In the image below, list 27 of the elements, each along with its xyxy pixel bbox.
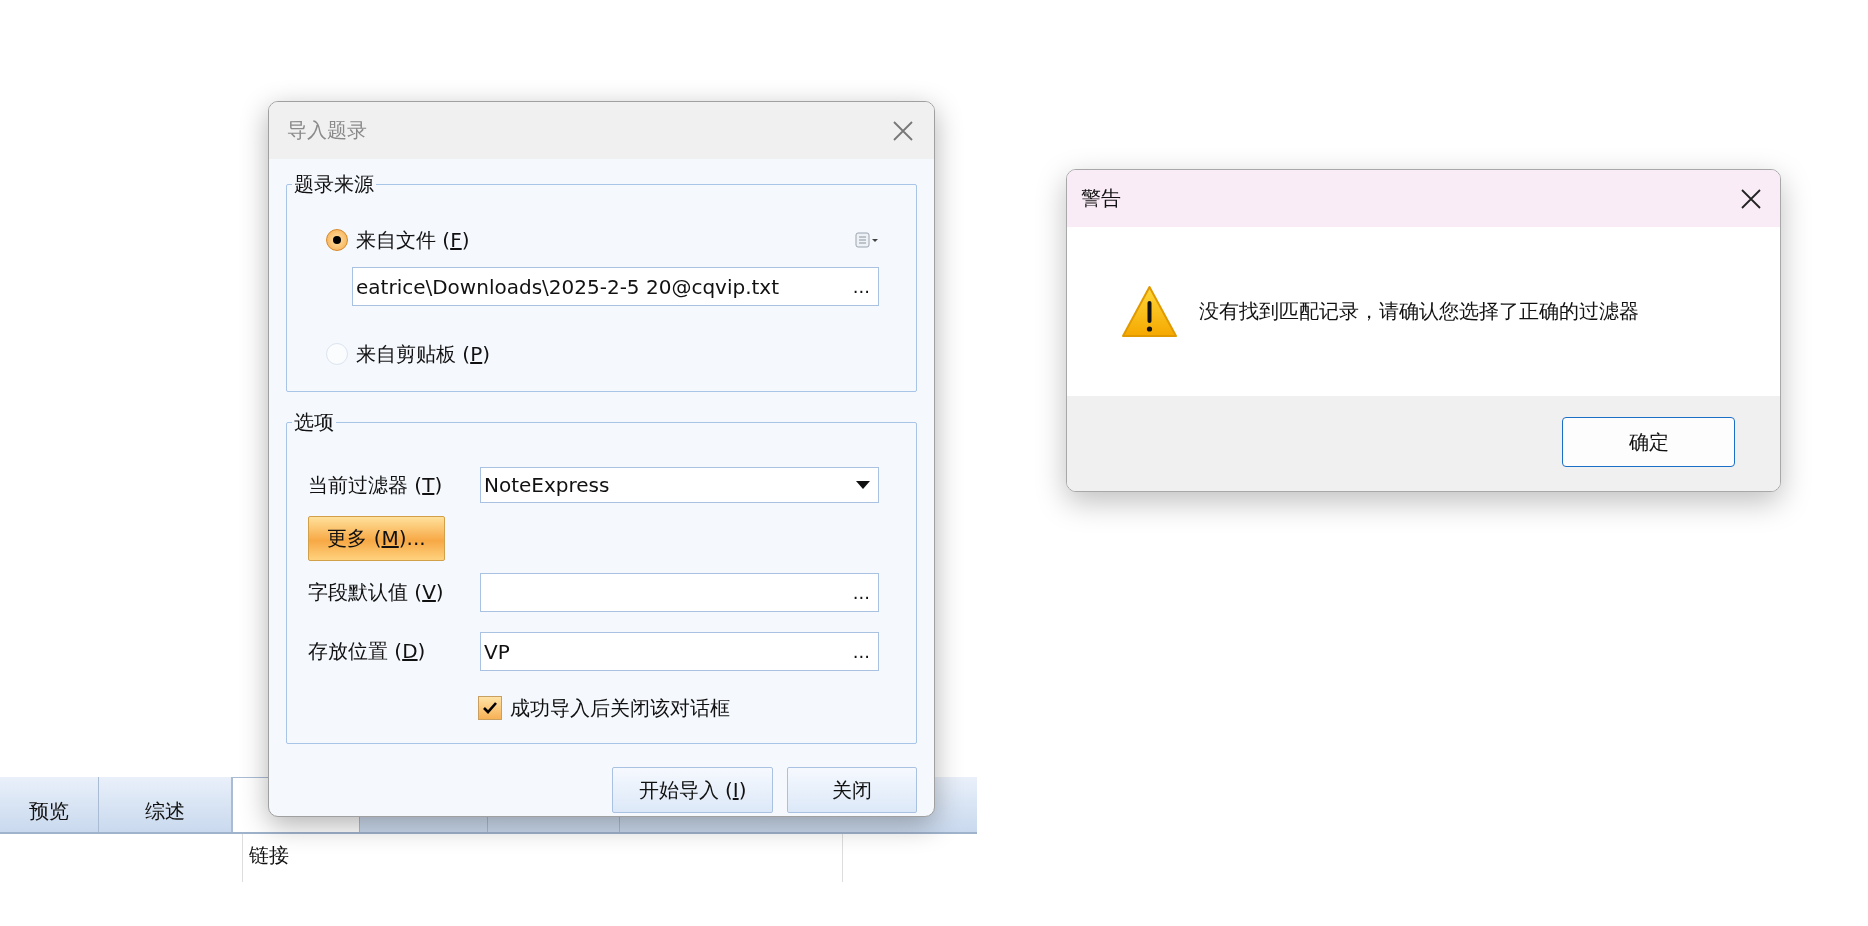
filter-dropdown[interactable]: NoteExpress [480, 467, 879, 503]
tab[interactable]: 预览 [0, 777, 99, 832]
checkbox-option[interactable]: 成功导入后关闭该对话框 [478, 694, 730, 722]
warning-message: 没有找到匹配记录，请确认您选择了正确的过滤器 [1199, 298, 1639, 325]
dialog-button[interactable]: 开始导入 (I) [612, 767, 773, 813]
column-header[interactable]: 链接 [243, 834, 843, 882]
more-button[interactable]: 更多 (M)... [308, 516, 445, 561]
group-title: 选项 [293, 409, 335, 436]
radio-option[interactable]: 来自剪贴板 (P) [326, 340, 491, 368]
close-icon [892, 119, 914, 142]
dialog-title: 导入题录 [287, 117, 367, 144]
checkbox[interactable] [478, 696, 502, 720]
field-label: 当前过滤器 (T) [308, 471, 444, 499]
checkmark-icon [482, 701, 498, 715]
input-field[interactable]: VP ... [480, 632, 879, 671]
ok-button[interactable]: 确定 [1562, 417, 1735, 467]
dialog-title: 警告 [1081, 185, 1121, 212]
file-path-field[interactable]: eatrice\Downloads\2025-2-5 20@cqvip.txt ... [352, 267, 879, 306]
dropdown-arrow-icon [856, 481, 870, 489]
dialog-button[interactable]: 关闭 [787, 767, 917, 813]
radio-option[interactable]: 来自文件 (F) [326, 226, 470, 254]
group-title: 题录来源 [293, 171, 375, 198]
warning-icon [1121, 284, 1178, 339]
input-field[interactable]: ... [480, 573, 879, 612]
close-icon [1740, 187, 1762, 210]
field-label: 字段默认值 (V) [308, 579, 445, 606]
field-label: 存放位置 (D) [308, 638, 427, 665]
